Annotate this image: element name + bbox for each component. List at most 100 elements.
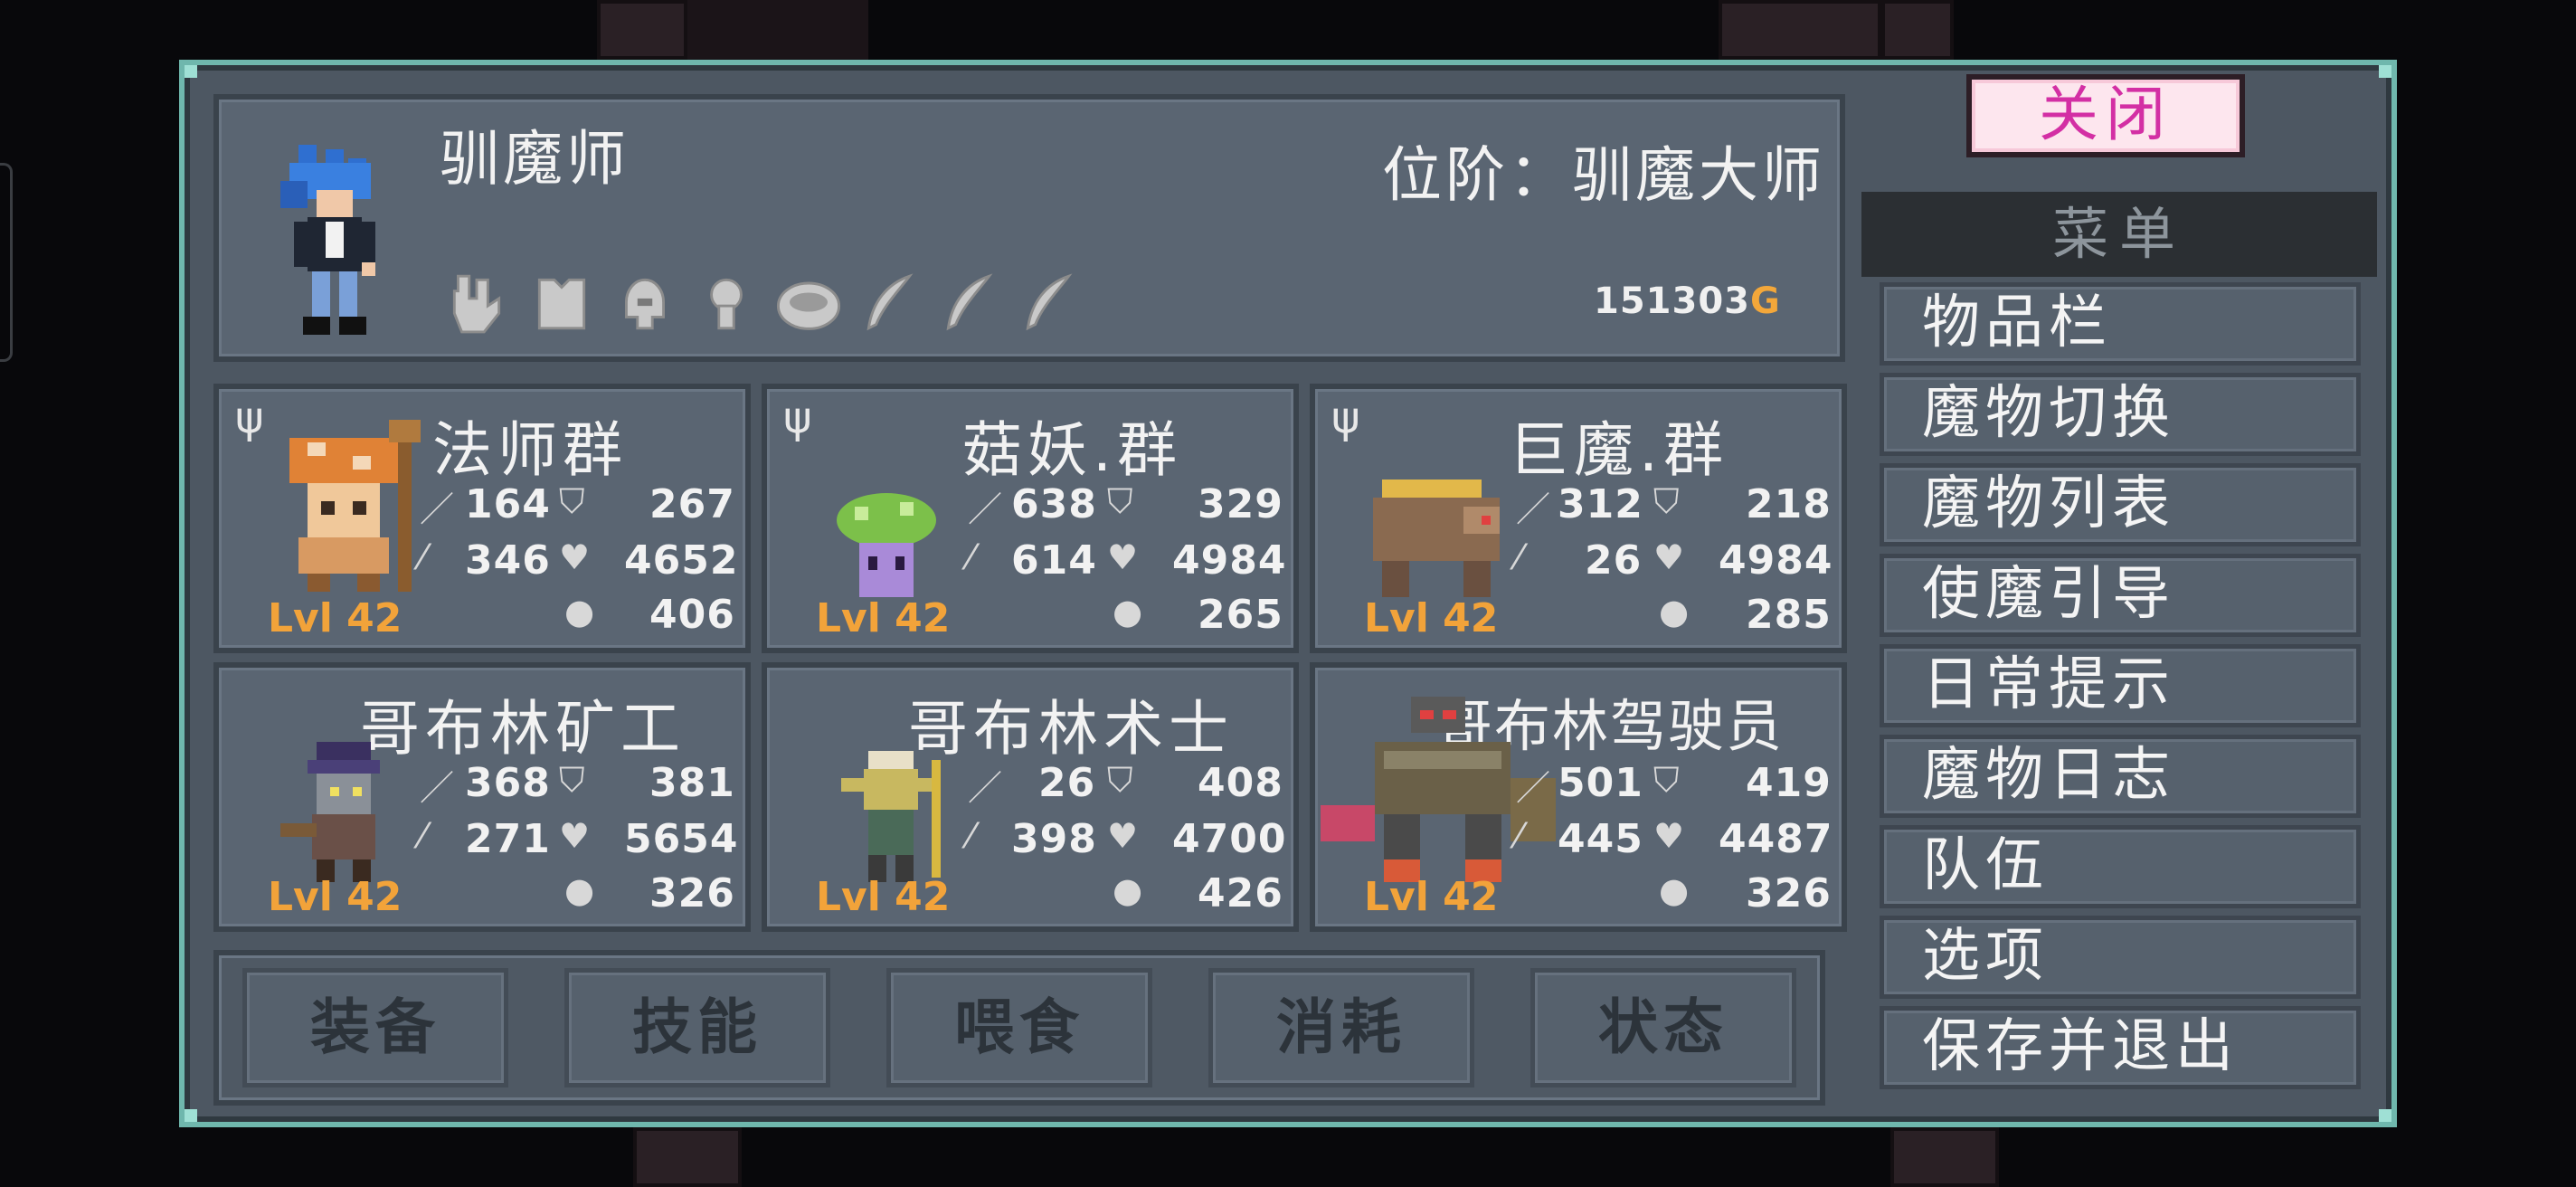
monster-level: Lvl 42 — [1364, 595, 1499, 641]
panel-corner — [185, 65, 197, 78]
sword-icon: ／ — [420, 489, 455, 529]
consume-button[interactable]: 消耗 — [1208, 968, 1474, 1087]
magic-value: 398 — [1011, 816, 1097, 862]
hero-portrait — [280, 145, 375, 335]
hp-value: 5654 — [624, 816, 739, 862]
shield-icon: ⛉ — [559, 760, 585, 800]
monster-portrait — [837, 493, 936, 597]
weight-value: 426 — [1198, 870, 1283, 916]
monster-name: 菇妖.群 — [962, 415, 1182, 485]
wall-brick — [1890, 1127, 1999, 1187]
wall-brick — [1719, 0, 1881, 60]
hp-value: 4984 — [1719, 537, 1833, 584]
gold-coin-icon: G — [1750, 280, 1781, 322]
wall-brick — [597, 0, 687, 60]
equip-button[interactable]: 装备 — [242, 968, 508, 1087]
weight-icon: ● — [1113, 592, 1143, 631]
armor-icon[interactable] — [528, 268, 595, 337]
menu-item-save-quit[interactable]: 保存并退出 — [1880, 1006, 2361, 1089]
feed-button[interactable]: 喂食 — [886, 968, 1152, 1087]
hp-value: 4700 — [1172, 816, 1287, 862]
fork-knife-icon: ψ — [235, 393, 264, 443]
hero-rank: 位阶：驯魔大师 — [1382, 140, 1825, 210]
monster-level: Lvl 42 — [1364, 874, 1499, 920]
monster-level: Lvl 42 — [268, 874, 402, 920]
monster-level: Lvl 42 — [816, 874, 951, 920]
weight-value: 285 — [1746, 592, 1832, 638]
status-button[interactable]: 状态 — [1530, 968, 1796, 1087]
menu-item-inventory[interactable]: 物品栏 — [1880, 282, 2361, 366]
feather-icon[interactable] — [937, 268, 1004, 337]
hero-class-name: 驯魔师 — [440, 124, 630, 194]
heart-icon: ♥ — [559, 816, 591, 856]
feather-icon[interactable] — [857, 268, 924, 337]
staff-icon: ⁄ — [420, 537, 426, 577]
menu-item-familiar-guide[interactable]: 使魔引导 — [1880, 554, 2361, 637]
sword-icon: ／ — [1516, 489, 1551, 529]
weight-icon: ● — [1659, 870, 1690, 910]
heart-icon: ♥ — [1107, 537, 1139, 577]
menu-item-party[interactable]: 队伍 — [1880, 825, 2361, 908]
monster-level: Lvl 42 — [816, 595, 951, 641]
menu-item-options[interactable]: 选项 — [1880, 916, 2361, 999]
monster-portrait — [280, 742, 380, 882]
sword-icon: ／ — [420, 768, 455, 808]
gauntlet-icon[interactable] — [443, 268, 510, 337]
shield-icon: ⛉ — [559, 481, 585, 521]
monster-name: 法师群 — [432, 415, 628, 485]
menu-header: 菜单 — [1861, 192, 2377, 277]
menu-item-monster-switch[interactable]: 魔物切换 — [1880, 373, 2361, 456]
close-button[interactable]: 关闭 — [1966, 74, 2245, 157]
weight-icon: ● — [1113, 870, 1143, 910]
defense-value: 381 — [649, 760, 735, 806]
attack-value: 26 — [1038, 760, 1096, 806]
magic-value: 26 — [1585, 537, 1643, 584]
wall-brick — [633, 1127, 742, 1187]
magic-value: 271 — [465, 816, 551, 862]
weight-value: 326 — [1746, 870, 1832, 916]
feather-icon[interactable] — [1017, 268, 1084, 337]
weight-value: 265 — [1198, 592, 1283, 638]
defense-value: 329 — [1198, 481, 1283, 527]
panel-corner — [2379, 1109, 2391, 1122]
defense-value: 408 — [1198, 760, 1283, 806]
attack-value: 164 — [465, 481, 551, 527]
gold-amount: 151303G — [1594, 280, 1781, 322]
attack-value: 638 — [1011, 481, 1097, 527]
wall-brick — [1881, 0, 1954, 60]
monster-name: 巨魔.群 — [1509, 415, 1728, 485]
magic-value: 445 — [1558, 816, 1643, 862]
staff-icon: ⁄ — [420, 816, 426, 856]
shield-icon: ⛉ — [1653, 760, 1680, 800]
panel-corner — [185, 1109, 197, 1122]
amulet-icon[interactable] — [693, 268, 760, 337]
menu-item-monster-journal[interactable]: 魔物日志 — [1880, 735, 2361, 818]
monster-portrait — [1373, 480, 1500, 597]
hp-value: 4652 — [624, 537, 739, 584]
weight-icon: ● — [1659, 592, 1690, 631]
heart-icon: ♥ — [1653, 816, 1685, 856]
defense-value: 267 — [649, 481, 735, 527]
heart-icon: ♥ — [1653, 537, 1685, 577]
weight-icon: ● — [564, 592, 595, 631]
staff-icon: ⁄ — [968, 816, 974, 856]
heart-icon: ♥ — [559, 537, 591, 577]
screen-edge-notch — [0, 163, 13, 362]
monster-level: Lvl 42 — [268, 595, 402, 641]
magic-value: 614 — [1011, 537, 1097, 584]
helmet-icon[interactable] — [611, 268, 678, 337]
fork-knife-icon: ψ — [783, 393, 812, 443]
sword-icon: ／ — [968, 768, 1003, 808]
hp-value: 4984 — [1172, 537, 1287, 584]
magic-value: 346 — [465, 537, 551, 584]
ring-icon[interactable] — [771, 268, 847, 337]
staff-icon: ⁄ — [968, 537, 974, 577]
panel-corner — [2379, 65, 2391, 78]
staff-icon: ⁄ — [1516, 537, 1522, 577]
menu-item-monster-list[interactable]: 魔物列表 — [1880, 463, 2361, 546]
shield-icon: ⛉ — [1107, 481, 1133, 521]
attack-value: 501 — [1558, 760, 1643, 806]
skills-button[interactable]: 技能 — [564, 968, 830, 1087]
menu-item-daily-tips[interactable]: 日常提示 — [1880, 644, 2361, 727]
attack-value: 312 — [1558, 481, 1643, 527]
